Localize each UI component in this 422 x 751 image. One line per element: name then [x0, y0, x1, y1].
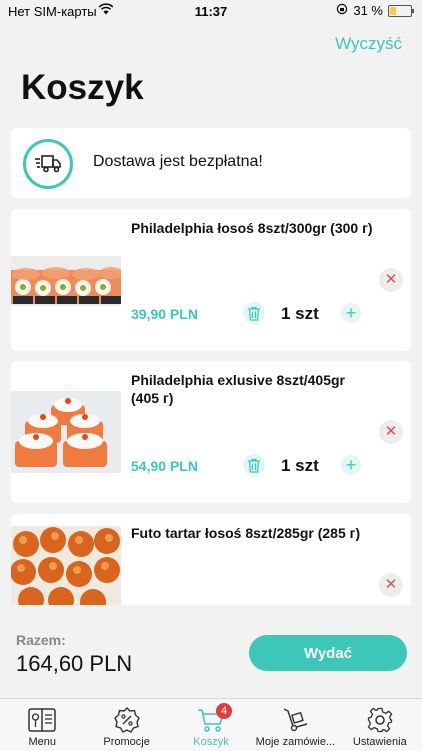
tab-label: Koszyk: [193, 736, 229, 748]
plus-icon[interactable]: +: [341, 303, 361, 323]
tab-bar: Menu Promocje 4 Koszyk Moje zamówie... U…: [0, 698, 422, 751]
tab-label: Ustawienia: [352, 736, 407, 748]
total-label: Razem:: [16, 632, 66, 648]
tab-koszyk[interactable]: 4 Koszyk: [169, 699, 253, 751]
hand-truck-icon: [253, 707, 337, 733]
delivery-truck-icon: [23, 139, 73, 189]
tab-promocje[interactable]: Promocje: [84, 699, 168, 751]
remove-item-icon[interactable]: ✕: [379, 268, 403, 292]
battery-percent: 31 %: [353, 3, 383, 18]
product-price: 39,90 PLN: [131, 306, 198, 322]
gear-icon: [338, 707, 422, 733]
trash-icon[interactable]: [243, 454, 265, 476]
tab-ustawienia[interactable]: Ustawienia: [338, 699, 422, 751]
battery-fill: [390, 6, 396, 15]
cart-list[interactable]: Philadelphia łosoś 8szt/300gr (300 г) 39…: [11, 209, 411, 605]
menu-book-icon: [0, 707, 84, 733]
total-value: 164,60 PLN: [16, 651, 133, 676]
orientation-lock-icon: [336, 3, 348, 18]
quantity-value: 1 szt: [281, 456, 319, 475]
cart-item: Philadelphia exlusive 8szt/405gr (405 г)…: [11, 361, 411, 503]
percent-badge-icon: [84, 707, 168, 733]
cart-item: Futo tartar łosoś 8szt/285gr (285 г) ✕: [11, 514, 411, 605]
product-image: [11, 526, 121, 605]
status-right: 31 %: [336, 3, 414, 18]
clear-cart-link[interactable]: Wyczyść: [335, 34, 402, 54]
plus-icon[interactable]: +: [341, 455, 361, 475]
tab-label: Promocje: [103, 736, 150, 748]
product-price: 54,90 PLN: [131, 458, 198, 474]
product-name: Philadelphia łosoś 8szt/300gr (300 г): [131, 220, 373, 236]
tab-label: Menu: [28, 736, 56, 748]
quantity-value: 1 szt: [281, 304, 319, 323]
delivery-text: Dostawa jest bezpłatna!: [93, 153, 263, 170]
product-image: [11, 256, 121, 306]
product-image: [11, 391, 121, 473]
remove-item-icon[interactable]: ✕: [379, 420, 403, 444]
product-name: Futo tartar łosoś 8szt/285gr (285 г): [131, 525, 361, 541]
tab-menu[interactable]: Menu: [0, 699, 84, 751]
checkout-button[interactable]: Wydać: [249, 635, 407, 671]
tab-moje-zamowienia[interactable]: Moje zamówie...: [253, 699, 337, 751]
tab-label: Moje zamówie...: [255, 736, 336, 748]
cart-icon: [169, 707, 253, 733]
product-name: Philadelphia exlusive 8szt/405gr (405 г): [131, 372, 345, 406]
remove-item-icon[interactable]: ✕: [379, 573, 403, 597]
cart-item: Philadelphia łosoś 8szt/300gr (300 г) 39…: [11, 209, 411, 351]
page-title: Koszyk: [21, 68, 144, 107]
status-bar: Нет SIM-карты 11:37 31 %: [0, 0, 422, 24]
trash-icon[interactable]: [243, 302, 265, 324]
cart-count-badge: 4: [216, 703, 233, 719]
battery-icon: [388, 4, 414, 17]
delivery-notice: Dostawa jest bezpłatna!: [11, 128, 411, 198]
